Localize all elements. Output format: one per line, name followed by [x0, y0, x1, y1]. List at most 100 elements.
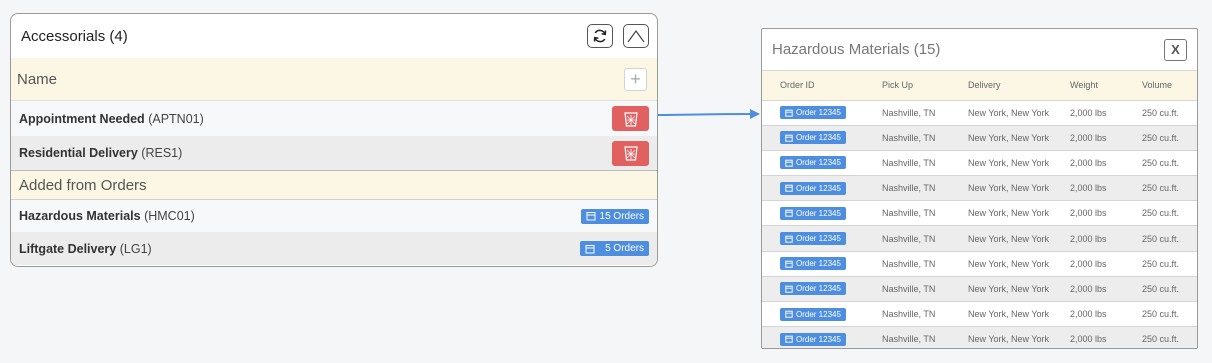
- calendar-icon: [785, 184, 793, 192]
- pickup-cell: Nashville, TN: [870, 225, 960, 252]
- pickup-cell: Nashville, TN: [870, 175, 960, 202]
- weight-cell: 2,000 lbs: [1064, 301, 1134, 328]
- accessorials-header: Accessorials (4): [11, 14, 657, 58]
- table-row: Order 12345 Nashville, TN New York, New …: [762, 200, 1197, 227]
- order-badge[interactable]: Order 12345: [780, 282, 846, 296]
- column-header-delivery[interactable]: Delivery: [960, 71, 1064, 101]
- order-badge-label: Order 12345: [796, 133, 841, 143]
- order-badge[interactable]: Order 12345: [780, 257, 846, 271]
- pickup-cell: Nashville, TN: [870, 251, 960, 277]
- calendar-icon: [785, 210, 793, 218]
- weight-cell: 2,000 lbs: [1064, 326, 1134, 348]
- order-id-cell: Order 12345: [762, 150, 870, 177]
- volume-cell: 250 cu.ft.: [1134, 276, 1197, 303]
- order-badge[interactable]: Order 12345: [780, 332, 846, 346]
- hazardous-header: Hazardous Materials (15) X: [762, 29, 1197, 71]
- column-header-weight[interactable]: Weight: [1064, 71, 1134, 101]
- table-row: Order 12345 Nashville, TN New York, New …: [762, 125, 1197, 151]
- order-badge[interactable]: Order 12345: [780, 232, 846, 246]
- item-name: Residential Delivery: [19, 146, 138, 160]
- pickup-cell: Nashville, TN: [870, 125, 960, 151]
- delivery-cell: New York, New York: [960, 100, 1064, 126]
- order-badge[interactable]: Order 12345: [780, 206, 846, 220]
- order-badge-label: Order 12345: [796, 334, 841, 344]
- weight-cell: 2,000 lbs: [1064, 225, 1134, 252]
- order-badge-label: Order 12345: [796, 309, 841, 319]
- order-badge-label: Order 12345: [796, 108, 841, 118]
- table-header-row: Order ID Pick Up Delivery Weight Volume: [762, 71, 1197, 101]
- order-badge-label: Order 12345: [796, 158, 841, 168]
- calendar-icon: [785, 134, 793, 142]
- item-name: Appointment Needed: [19, 111, 145, 126]
- accessorials-panel: Accessorials (4) Name + Appointment Need…: [10, 13, 658, 267]
- item-code: (APTN01): [148, 111, 204, 126]
- item-code: (RES1): [141, 146, 183, 160]
- orders-badge[interactable]: 5 Orders: [580, 241, 649, 256]
- calendar-icon: [785, 260, 793, 268]
- close-button[interactable]: X: [1164, 38, 1187, 61]
- table-row: Order 12345 Nashville, TN New York, New …: [762, 150, 1197, 177]
- order-id-cell: Order 12345: [762, 200, 870, 227]
- order-id-cell: Order 12345: [762, 125, 870, 151]
- volume-cell: 250 cu.ft.: [1134, 100, 1197, 126]
- hazardous-title: Hazardous Materials (15): [772, 41, 941, 58]
- name-column-header: Name +: [11, 58, 657, 101]
- connector-arrow-icon: [658, 109, 760, 119]
- delete-button[interactable]: [612, 140, 649, 166]
- table-row: Order 12345 Nashville, TN New York, New …: [762, 100, 1197, 126]
- column-header-volume[interactable]: Volume: [1134, 71, 1197, 101]
- order-badge-label: Order 12345: [796, 259, 841, 269]
- order-badge-label: Order 12345: [796, 284, 841, 294]
- orders-badge[interactable]: 15 Orders: [580, 208, 649, 224]
- delivery-cell: New York, New York: [960, 276, 1064, 303]
- list-item: Appointment Needed (APTN01): [11, 101, 657, 136]
- delivery-cell: New York, New York: [960, 175, 1064, 202]
- delivery-cell: New York, New York: [960, 150, 1064, 177]
- volume-cell: 250 cu.ft.: [1134, 175, 1197, 202]
- add-accessorial-button[interactable]: +: [624, 67, 647, 91]
- pickup-cell: Nashville, TN: [870, 326, 960, 348]
- orders-badge-label: 5 Orders: [605, 243, 644, 254]
- order-id-cell: Order 12345: [762, 276, 870, 303]
- volume-cell: 250 cu.ft.: [1134, 125, 1197, 151]
- added-from-orders-header: Added from Orders: [11, 170, 657, 200]
- table-row: Order 12345 Nashville, TN New York, New …: [762, 251, 1197, 277]
- column-header-order-id[interactable]: Order ID: [762, 71, 870, 101]
- trash-icon: [623, 146, 638, 161]
- weight-cell: 2,000 lbs: [1064, 175, 1134, 202]
- order-badge[interactable]: Order 12345: [780, 156, 846, 170]
- weight-cell: 2,000 lbs: [1064, 150, 1134, 177]
- hazardous-materials-panel: Hazardous Materials (15) X Order ID Pick…: [761, 28, 1198, 349]
- pickup-cell: Nashville, TN: [870, 301, 960, 328]
- pickup-cell: Nashville, TN: [870, 100, 960, 126]
- calendar-icon: [785, 159, 793, 167]
- calendar-icon: [586, 212, 596, 221]
- close-icon: X: [1171, 42, 1180, 57]
- orders-table: Order ID Pick Up Delivery Weight Volume …: [762, 71, 1197, 348]
- weight-cell: 2,000 lbs: [1064, 125, 1134, 151]
- refresh-button[interactable]: [587, 24, 613, 48]
- order-badge[interactable]: Order 12345: [780, 131, 846, 145]
- order-id-cell: Order 12345: [762, 251, 870, 277]
- order-badge[interactable]: Order 12345: [780, 181, 846, 195]
- order-badge[interactable]: Order 12345: [780, 106, 846, 120]
- delete-button[interactable]: [612, 106, 649, 131]
- chevron-up-icon: [627, 29, 645, 43]
- calendar-icon: [785, 310, 793, 318]
- calendar-icon: [785, 336, 793, 343]
- column-header-pickup[interactable]: Pick Up: [870, 71, 960, 101]
- collapse-button[interactable]: [623, 24, 649, 48]
- table-row: Order 12345 Nashville, TN New York, New …: [762, 326, 1197, 348]
- delivery-cell: New York, New York: [960, 200, 1064, 227]
- orders-badge-label: 15 Orders: [599, 210, 644, 222]
- accessorials-title: Accessorials (4): [21, 27, 128, 45]
- volume-cell: 250 cu.ft.: [1134, 150, 1197, 177]
- table-row: Order 12345 Nashville, TN New York, New …: [762, 276, 1197, 303]
- pickup-cell: Nashville, TN: [870, 276, 960, 303]
- order-id-cell: Order 12345: [762, 225, 870, 252]
- pickup-cell: Nashville, TN: [870, 200, 960, 227]
- order-badge[interactable]: Order 12345: [780, 307, 846, 321]
- trash-icon: [623, 111, 638, 127]
- delivery-cell: New York, New York: [960, 251, 1064, 277]
- order-id-cell: Order 12345: [762, 175, 870, 202]
